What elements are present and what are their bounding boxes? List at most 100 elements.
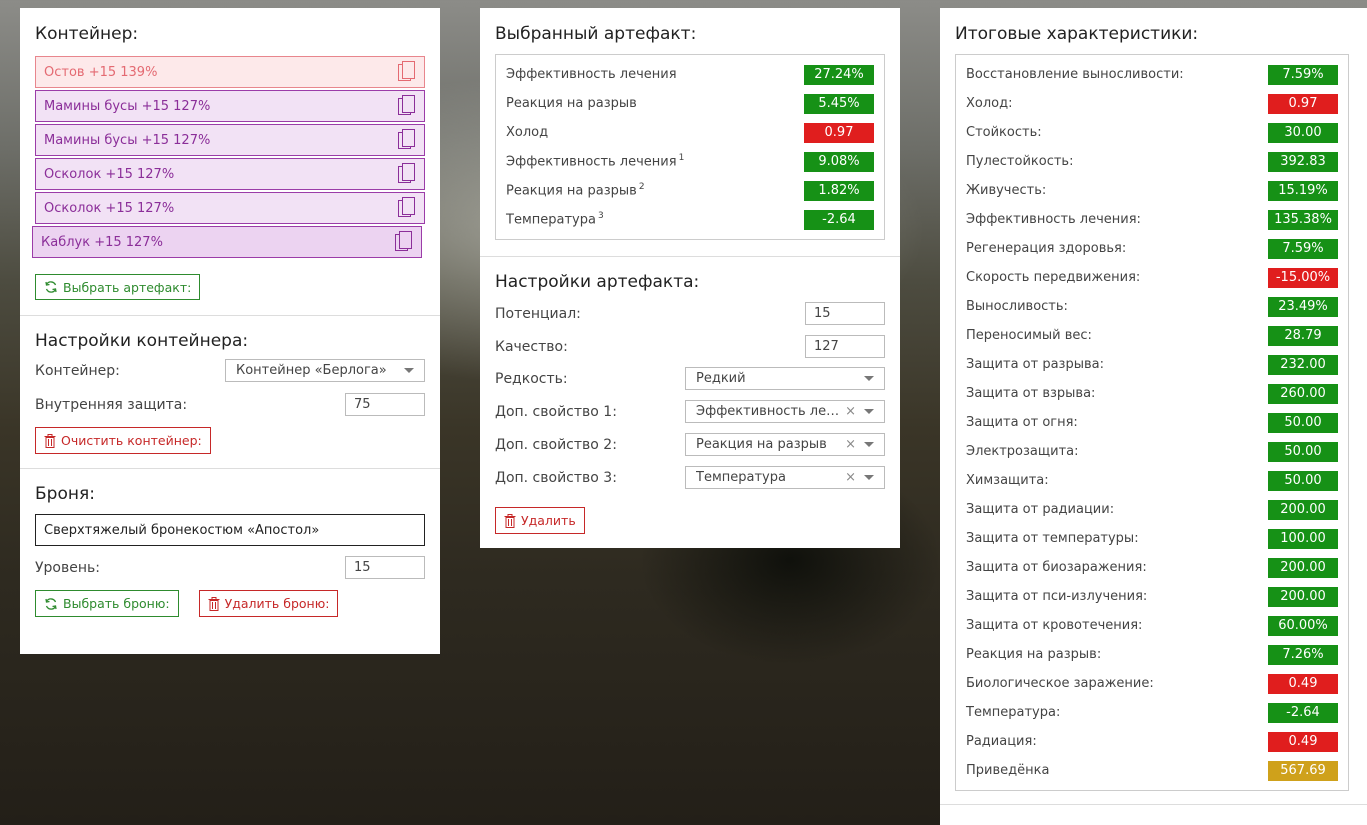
container-artifact-item[interactable]: Мамины бусы +15 127% (35, 90, 425, 122)
totals-title: Итоговые характеристики: (955, 24, 1199, 44)
inner-protection-input[interactable] (345, 393, 425, 416)
armor-level-input[interactable] (345, 556, 425, 579)
trash-icon (44, 433, 56, 448)
totals-label: Электрозащита: (966, 444, 1079, 459)
totals-value: 200.00 (1268, 586, 1338, 607)
copy-icon[interactable] (398, 95, 416, 117)
prop1-value: Эффективность лечения (696, 404, 842, 419)
copy-icon[interactable] (398, 61, 416, 83)
stat-label: Холод (506, 125, 549, 140)
chevron-down-icon (864, 376, 874, 381)
prop3-select[interactable]: Температура × (685, 466, 885, 489)
stat-sup: 3 (597, 211, 604, 222)
stat-label: Реакция на разрыв (506, 96, 637, 111)
armor-title: Броня: (35, 484, 95, 504)
inner-protection-label: Внутренняя защита: (35, 396, 188, 413)
totals-row: Химзащита: 50.00 (966, 466, 1338, 495)
artifact-label: Каблук +15 127% (41, 234, 163, 250)
artifact-label: Остов +15 139% (44, 64, 158, 80)
armor-level-label: Уровень: (35, 559, 100, 576)
totals-panel: Итоговые характеристики: Восстановление … (940, 8, 1367, 825)
stat-row: Реакция на разрыв 5.45% (506, 89, 874, 118)
prop3-label: Доп. свойство 3: (495, 469, 617, 486)
armor-name: Сверхтяжелый бронекостюм «Апостол» (44, 522, 320, 538)
chevron-down-icon (864, 475, 874, 480)
totals-row: Защита от температуры: 100.00 (966, 524, 1338, 553)
totals-row: Защита от пси-излучения: 200.00 (966, 582, 1338, 611)
container-select[interactable]: Контейнер «Берлога» (225, 359, 425, 382)
totals-label: Живучесть: (966, 183, 1047, 198)
artifact-settings-title: Настройки артефакта: (495, 272, 700, 292)
totals-label: Защита от радиации: (966, 502, 1115, 517)
totals-value: 50.00 (1268, 412, 1338, 433)
totals-label: Холод: (966, 96, 1013, 111)
totals-label: Эффективность лечения: (966, 212, 1141, 227)
totals-row: Выносливость: 23.49% (966, 292, 1338, 321)
clear-icon[interactable]: × (845, 470, 856, 485)
totals-label: Температура: (966, 705, 1061, 720)
totals-value: 50.00 (1268, 470, 1338, 491)
totals-value: 30.00 (1268, 122, 1338, 143)
stat-value: 5.45% (804, 93, 874, 114)
stat-label: Температура 3 (506, 211, 604, 228)
totals-value: -2.64 (1268, 702, 1338, 723)
totals-row: Защита от биозаражения: 200.00 (966, 553, 1338, 582)
totals-value: 15.19% (1268, 180, 1338, 201)
prop3-value: Температура (696, 470, 786, 485)
totals-stats: Восстановление выносливости: 7.59% Холод: 0… (955, 54, 1349, 791)
clear-icon[interactable]: × (845, 437, 856, 452)
prop1-select[interactable]: Эффективность лечения × (685, 400, 885, 423)
container-artifact-item[interactable]: Осколок +15 127% (35, 158, 425, 190)
copy-icon[interactable] (398, 197, 416, 219)
container-select-value: Контейнер «Берлога» (236, 363, 387, 378)
delete-armor-button[interactable]: Удалить броню: (198, 590, 339, 617)
totals-value: 100.00 (1268, 528, 1338, 549)
quality-input[interactable] (805, 335, 885, 358)
copy-icon[interactable] (398, 129, 416, 151)
totals-row: Реакция на разрыв: 7.26% (966, 640, 1338, 669)
container-artifact-item[interactable]: Каблук +15 127% (32, 226, 422, 258)
totals-label: Реакция на разрыв: (966, 647, 1102, 662)
totals-label: Пулестойкость: (966, 154, 1074, 169)
prop1-label: Доп. свойство 1: (495, 403, 617, 420)
totals-label: Защита от биозаражения: (966, 560, 1147, 575)
container-title: Контейнер: (35, 24, 139, 44)
totals-row: Защита от огня: 50.00 (966, 408, 1338, 437)
select-artifact-button[interactable]: Выбрать артефакт: (35, 274, 201, 300)
container-artifact-item[interactable]: Мамины бусы +15 127% (35, 124, 425, 156)
selected-artifact-stats: Эффективность лечения 27.24% Реакция на … (495, 54, 885, 240)
copy-icon[interactable] (398, 163, 416, 185)
container-artifact-item[interactable]: Остов +15 139% (35, 56, 425, 88)
clear-container-label: Очистить контейнер: (61, 433, 202, 448)
totals-row: Восстановление выносливости: 7.59% (966, 60, 1338, 89)
select-armor-button[interactable]: Выбрать броню: (35, 590, 179, 617)
rarity-value: Редкий (696, 371, 746, 386)
container-artifact-item[interactable]: Осколок +15 127% (35, 192, 425, 224)
totals-label: Восстановление выносливости: (966, 67, 1184, 82)
potential-input[interactable] (805, 302, 885, 325)
totals-value: 200.00 (1268, 557, 1338, 578)
totals-row: Радиация: 0.49 (966, 727, 1338, 756)
quality-label: Качество: (495, 338, 568, 355)
totals-value: 7.26% (1268, 644, 1338, 665)
clear-container-button[interactable]: Очистить контейнер: (35, 427, 211, 454)
totals-row: Эффективность лечения: 135.38% (966, 205, 1338, 234)
totals-label: Переносимый вес: (966, 328, 1092, 343)
container-settings-title: Настройки контейнера: (35, 331, 249, 351)
totals-row: Стойкость: 30.00 (966, 118, 1338, 147)
copy-icon[interactable] (395, 231, 413, 253)
totals-value: 0.49 (1268, 731, 1338, 752)
clear-icon[interactable]: × (845, 404, 856, 419)
stat-value: 1.82% (804, 180, 874, 201)
totals-value: 232.00 (1268, 354, 1338, 375)
stat-value: -2.64 (804, 209, 874, 230)
totals-value: 392.83 (1268, 151, 1338, 172)
rarity-select[interactable]: Редкий (685, 367, 885, 390)
totals-value: 7.59% (1268, 238, 1338, 259)
armor-name-field[interactable]: Сверхтяжелый бронекостюм «Апостол» (35, 514, 425, 546)
artifact-label: Осколок +15 127% (44, 200, 175, 216)
stat-row: Эффективность лечения 27.24% (506, 60, 874, 89)
delete-artifact-button[interactable]: Удалить (495, 507, 585, 534)
prop2-select[interactable]: Реакция на разрыв × (685, 433, 885, 456)
totals-value: 60.00% (1268, 615, 1338, 636)
